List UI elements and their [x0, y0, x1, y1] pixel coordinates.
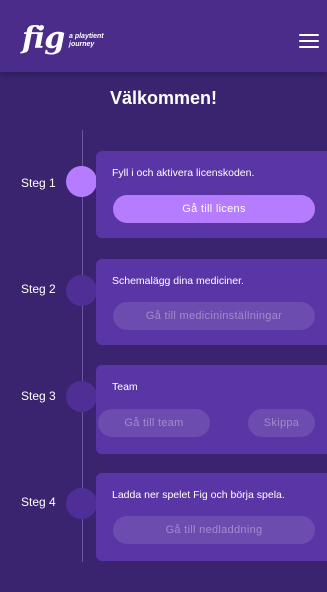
step-3-description: Team — [112, 381, 138, 393]
step-4-description: Ladda ner spelet Fig och börja spela. — [112, 489, 285, 501]
fig-logo[interactable]: fig — [22, 24, 65, 54]
go-to-download-button[interactable]: Gå till nedladdning — [113, 516, 315, 544]
go-to-medication-settings-button[interactable]: Gå till medicininställningar — [113, 302, 315, 330]
menu-bar — [299, 34, 319, 36]
logo-tagline-line-2: journey — [69, 41, 95, 48]
page-title: Välkommen! — [109, 88, 218, 108]
step-3-label: Steg 3 — [21, 389, 56, 403]
step-4-label: Steg 4 — [21, 495, 56, 509]
step-2-indicator — [66, 275, 97, 306]
step-3-indicator — [66, 381, 97, 412]
skip-button[interactable]: Skippa — [248, 409, 315, 437]
step-2-description: Schemalägg dina mediciner. — [112, 275, 244, 287]
menu-bar — [299, 46, 319, 48]
step-1-description: Fyll i och aktivera licenskoden. — [112, 167, 255, 179]
hamburger-menu-icon[interactable] — [299, 34, 319, 50]
step-1-label: Steg 1 — [21, 176, 56, 190]
step-2-label: Steg 2 — [21, 282, 56, 296]
step-1-card: Fyll i och aktivera licenskoden. Gå till… — [96, 151, 327, 238]
step-3-card: Team Gå till team Skippa — [96, 365, 327, 454]
step-4-indicator — [66, 488, 97, 519]
menu-bar — [299, 40, 319, 42]
go-to-license-button[interactable]: Gå till licens — [113, 195, 315, 223]
logo-tagline-line-1: a playtient — [69, 33, 104, 40]
go-to-team-button[interactable]: Gå till team — [98, 409, 210, 437]
step-1-indicator — [66, 166, 97, 197]
app-header: fig a playtient journey — [0, 0, 327, 72]
step-2-card: Schemalägg dina mediciner. Gå till medic… — [96, 259, 327, 345]
step-4-card: Ladda ner spelet Fig och börja spela. Gå… — [96, 473, 327, 561]
